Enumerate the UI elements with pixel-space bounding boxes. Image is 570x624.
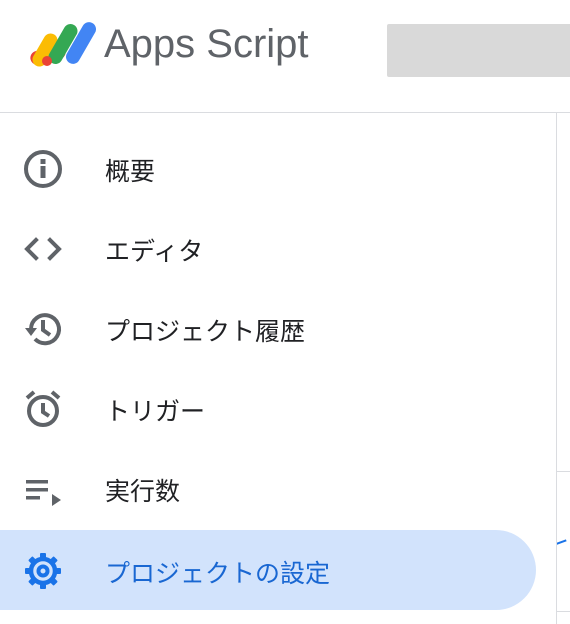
history-icon <box>25 313 61 346</box>
search-box[interactable] <box>387 24 570 77</box>
main-content-edge <box>556 113 570 624</box>
gear-icon <box>25 553 61 589</box>
sidebar-item-label: 概要 <box>105 157 156 186</box>
sidebar-item-executions[interactable]: 実行数 <box>0 448 536 528</box>
sidebar-item-project-history[interactable]: プロジェクト履歴 <box>0 288 536 368</box>
divider <box>557 611 570 612</box>
app-title: Apps Script <box>104 22 309 66</box>
sidebar-item-overview[interactable]: 概要 <box>0 128 536 208</box>
sidebar-item-label: トリガー <box>105 397 206 426</box>
sidebar-item-label: 実行数 <box>105 477 181 506</box>
playlist-play-icon <box>26 480 61 506</box>
sidebar-item-editor[interactable]: エディタ <box>0 208 536 288</box>
apps-script-logo-icon[interactable] <box>26 18 96 74</box>
app-header: Apps Script <box>0 0 570 113</box>
link-fragment <box>557 539 570 559</box>
divider <box>557 471 570 472</box>
sidebar-item-project-settings[interactable]: プロジェクトの設定 <box>0 530 536 610</box>
sidebar-item-triggers[interactable]: トリガー <box>0 368 536 448</box>
alarm-icon <box>25 390 61 427</box>
code-icon <box>24 237 62 261</box>
sidebar-item-label: エディタ <box>105 237 204 266</box>
sidebar-item-label: プロジェクト履歴 <box>105 317 306 346</box>
info-icon <box>24 150 62 188</box>
sidebar-item-label: プロジェクトの設定 <box>105 559 331 588</box>
